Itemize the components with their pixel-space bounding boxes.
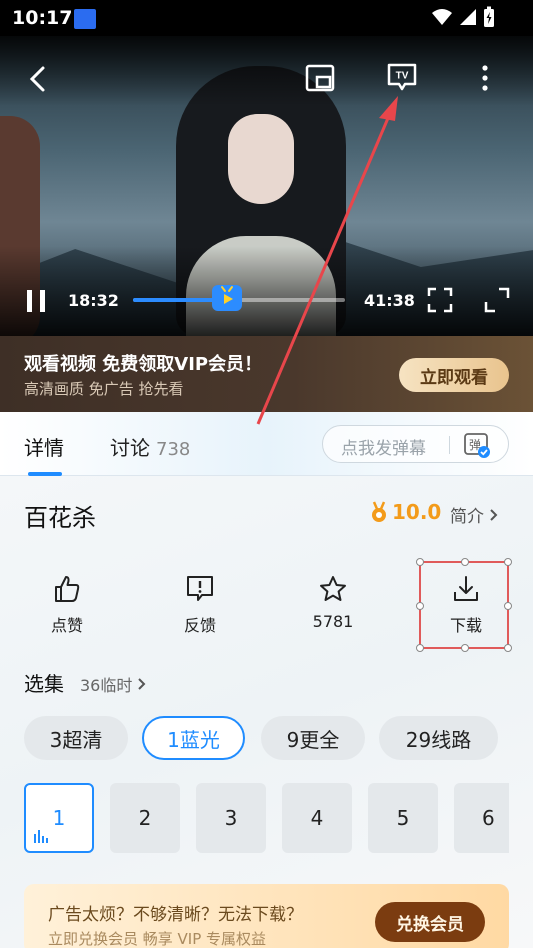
episode-item[interactable]: 4 [282,783,352,853]
progress-knob-tv-icon[interactable] [212,285,243,311]
pause-button[interactable] [22,286,50,316]
membership-promo-line2: 立即兑换会员 畅享 VIP 专属权益 [48,930,267,948]
feedback-button[interactable]: 反馈 [157,574,243,636]
discuss-count: 738 [156,439,191,460]
svg-text:TV: TV [396,71,409,82]
episodes-heading: 选集 [24,672,64,696]
feedback-label: 反馈 [183,616,216,635]
source-chip-active[interactable]: 1蓝光 [142,716,245,760]
intro-label: 简介 [450,507,484,527]
episodes-sub-label: 36临时 [80,676,133,695]
more-vertical-icon [482,65,488,91]
feedback-icon [187,576,213,601]
fullscreen-icon [427,287,453,313]
episode-item[interactable]: 2 [110,783,180,853]
playing-bars-icon [34,830,48,843]
episode-item[interactable]: 5 [368,783,438,853]
promo-title: 观看视频 免费领取VIP会员！ [24,354,263,375]
favorite-button[interactable]: 5781 [290,574,376,631]
redeem-membership-button[interactable]: 兑换会员 [375,902,485,942]
duration: 41:38 [364,291,415,310]
score-value: 10.0 [392,500,442,524]
picture-in-picture-button[interactable] [302,60,338,96]
source-chip[interactable]: 3超清 [24,716,128,760]
tab-discuss[interactable]: 讨论 738 [110,432,190,461]
app-notification-icon [74,9,96,29]
episode-item-active[interactable]: 1 [24,783,94,853]
fullscreen-button[interactable] [426,286,454,314]
like-label: 点赞 [50,616,83,635]
battery-icon [484,6,494,27]
favorite-count: 5781 [312,612,354,631]
more-options-button[interactable] [472,60,498,96]
medal-icon [372,501,386,522]
tab-detail[interactable]: 详情 [24,432,64,461]
pip-icon [305,64,335,92]
status-bar: 10:17 [0,0,533,36]
episode-item[interactable]: 6 [454,783,509,853]
chevron-right-icon [138,678,146,690]
cast-to-tv-button[interactable]: TV [383,58,421,96]
danmaku-placeholder: 点我发弹幕 [341,439,426,459]
source-chip[interactable]: 29线路 [379,716,498,760]
current-time: 18:32 [68,291,119,310]
back-arrow-icon [29,66,45,92]
like-button[interactable]: 点赞 [24,574,110,636]
vip-promo-banner[interactable]: 观看视频 免费领取VIP会员！ 高清画质 免广告 抢先看 立即观看 [0,336,533,412]
danmaku-toggle-icon[interactable]: 弹 [463,431,491,459]
episode-item[interactable]: 3 [196,783,266,853]
membership-promo-banner[interactable]: 广告太烦？不够清晰？无法下载？ 立即兑换会员 畅享 VIP 专属权益 兑换会员 [24,884,509,948]
danmaku-input[interactable]: 点我发弹幕 弹 [322,425,509,463]
tv-cast-icon: TV [387,63,417,91]
content-panel: 百花杀 10.0 简介 点赞 反馈 5781 下载 选集 36临时 3超清 1蓝… [0,476,533,948]
detail-tabs: 详情 讨论 738 点我发弹幕 弹 [0,412,533,476]
expand-button[interactable] [483,286,511,314]
source-chip[interactable]: 9更全 [261,716,365,760]
star-icon [320,576,346,601]
status-icons [431,6,495,28]
rating: 10.0 [370,500,441,524]
watch-now-button[interactable]: 立即观看 [399,358,509,392]
intro-link[interactable]: 简介 [450,502,499,527]
pause-icon [27,290,45,312]
progress-bar[interactable] [133,285,345,311]
signal-icon [460,9,476,25]
wifi-icon [432,9,452,25]
episode-number: 1 [52,806,66,830]
tab-discuss-label: 讨论 [110,436,150,460]
promo-subtitle: 高清画质 免广告 抢先看 [24,380,184,398]
episodes-sub-link[interactable]: 36临时 [80,672,147,696]
thumbs-up-icon [55,576,80,602]
status-time: 10:17 [12,7,73,29]
expand-icon [484,287,510,313]
back-button[interactable] [20,62,54,96]
show-title: 百花杀 [24,504,96,532]
selection-highlight-box [416,558,512,652]
membership-promo-line1: 广告太烦？不够清晰？无法下载？ [48,905,303,925]
chevron-right-icon [490,509,498,521]
